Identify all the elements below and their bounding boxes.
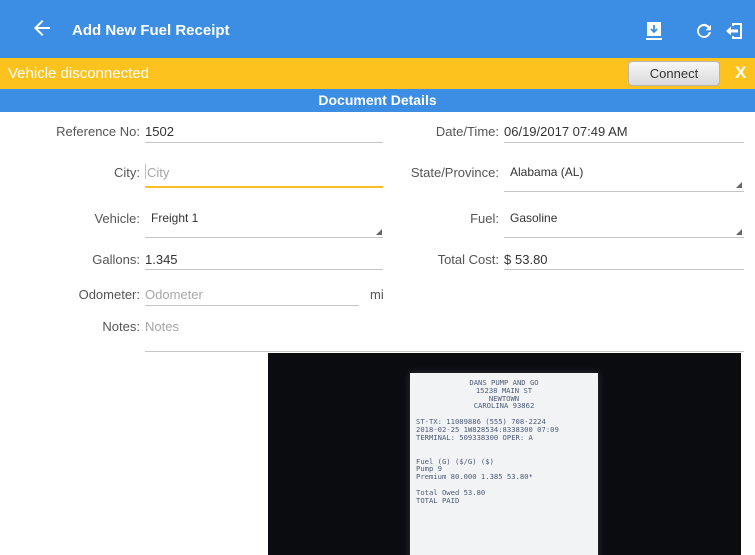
state-underline [504,191,744,192]
receipt-line: Premium 80.000 1.385 53.80* [416,472,533,482]
dropdown-caret-icon[interactable] [736,182,742,188]
reference-field[interactable]: 1502 [145,124,174,139]
odometer-input[interactable]: Odometer [145,287,203,302]
odometer-underline [145,305,359,306]
city-underline [145,186,383,188]
gallons-label: Gallons: [92,252,140,267]
notes-underline [145,351,744,352]
fuel-underline [504,237,744,238]
state-select[interactable]: Alabama (AL) [510,165,583,179]
receipt-line: CAROLINA 93862 [473,401,535,411]
section-header: Document Details [0,89,755,112]
gallons-field[interactable]: 1.345 [145,252,178,267]
reference-underline [145,142,383,143]
connect-button[interactable]: Connect [628,61,720,86]
total-cost-field[interactable]: 53.80 [515,252,548,267]
gallons-underline [145,269,383,270]
dropdown-caret-icon[interactable] [736,229,742,235]
vehicle-label: Vehicle: [94,211,140,226]
fuel-select[interactable]: Gasoline [510,211,557,225]
odometer-label: Odometer: [78,287,140,302]
fuel-label: Fuel: [470,211,499,226]
app-bar: Add New Fuel Receipt [0,0,755,58]
reference-label: Reference No: [56,124,140,139]
refresh-icon[interactable] [694,21,714,41]
close-alert-button[interactable]: X [735,63,746,83]
text-cursor [145,164,146,179]
page-title: Add New Fuel Receipt [72,22,230,39]
vehicle-status-bar: Vehicle disconnected Connect X [0,58,755,89]
vehicle-select[interactable]: Freight 1 [151,211,198,225]
city-input[interactable]: City [147,165,169,180]
city-label: City: [114,165,140,180]
datetime-field[interactable]: 06/19/2017 07:49 AM [504,124,628,139]
receipt-photo[interactable]: DANS PUMP AND GO 15238 MAIN ST NEWTOWN C… [268,353,741,555]
total-cost-underline [504,269,744,270]
notes-input[interactable]: Notes [145,319,179,334]
receipt-line: TERMINAL: 509338300 OPER: A [416,432,533,442]
vehicle-status-message: Vehicle disconnected [8,65,149,82]
odometer-unit: mi [370,287,384,302]
receipt-line: TOTAL PAID [416,495,460,505]
datetime-label: Date/Time: [435,124,499,139]
logout-icon[interactable] [724,21,744,41]
receipt-line: Fuel (G) ($/G) ($) [416,456,494,466]
dropdown-caret-icon[interactable] [376,229,382,235]
back-arrow-icon[interactable] [30,16,54,40]
vehicle-underline [145,237,383,238]
attach-document-icon[interactable] [644,21,664,41]
total-cost-label: Total Cost: [437,252,499,267]
datetime-underline [504,142,744,143]
receipt-paper: DANS PUMP AND GO 15238 MAIN ST NEWTOWN C… [410,373,598,555]
notes-label: Notes: [102,319,140,334]
currency-symbol: $ [504,252,512,267]
state-label: State/Province: [410,165,499,180]
